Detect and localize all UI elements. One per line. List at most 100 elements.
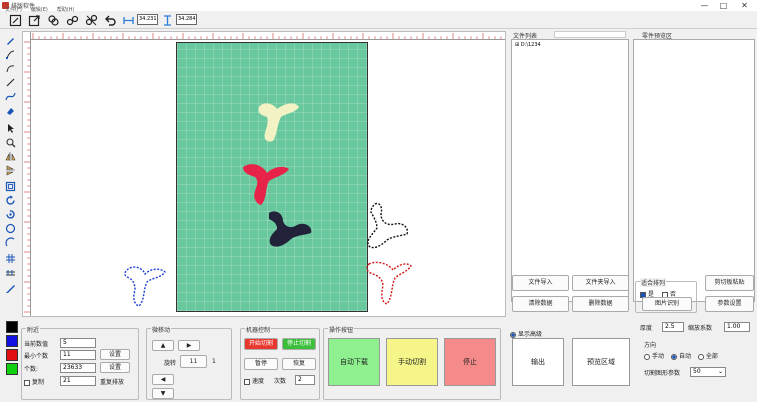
clipboard-paste-button[interactable]: 剪切板粘贴 [705, 275, 754, 291]
measure-tool[interactable] [4, 266, 17, 279]
outline-piece-red[interactable] [363, 258, 413, 308]
color-swatch-green[interactable] [6, 363, 18, 375]
close-button[interactable]: ✕ [737, 0, 752, 11]
node-tool[interactable] [4, 48, 17, 61]
speed-label: 速度 [252, 378, 265, 385]
parameter-settings-button[interactable]: 参数设置 [705, 296, 754, 312]
copy-label: 复制 [32, 379, 45, 386]
color-swatch-black[interactable] [6, 321, 18, 333]
circle-tool[interactable] [4, 222, 17, 235]
line-tool[interactable] [4, 76, 17, 89]
color-swatch-blue[interactable] [6, 335, 18, 347]
file-path-field[interactable] [554, 31, 626, 38]
move-left-button[interactable]: ◀ [152, 374, 174, 385]
copy-checkbox[interactable] [24, 379, 30, 386]
start-cut-button[interactable]: 开始切割 [244, 338, 278, 350]
left-toolbox [3, 32, 19, 318]
outline-piece-blue[interactable] [121, 262, 171, 312]
scale-label: 缩放系数 [688, 325, 713, 332]
rotate-cw-tool[interactable] [4, 194, 17, 207]
all-radio[interactable] [697, 353, 704, 360]
auto-radio[interactable] [670, 353, 677, 360]
mirror-icon [5, 152, 16, 161]
link-button[interactable] [65, 13, 80, 28]
auto-label: 自动 [678, 353, 691, 360]
part-preview [633, 39, 755, 302]
min-count-field[interactable]: 11 [60, 350, 96, 360]
eraser-tool[interactable] [4, 104, 17, 117]
open-file-button[interactable] [27, 13, 42, 28]
flip-tool[interactable] [4, 164, 17, 177]
ops-group-label: 操作按钮 [328, 325, 355, 334]
rotate-ccw-tool[interactable] [4, 208, 17, 221]
group-button[interactable] [46, 13, 61, 28]
new-file-button[interactable] [8, 13, 23, 28]
import-folder-button[interactable]: 文件夹导入 [572, 275, 629, 291]
move-up-button[interactable]: ▲ [152, 340, 174, 351]
red-piece[interactable] [243, 164, 289, 205]
preview-area-button[interactable]: 预览区域 [572, 338, 630, 386]
advanced-option[interactable]: 显示高级 [510, 329, 542, 338]
times-field[interactable]: 2 [295, 375, 315, 385]
width-input[interactable]: 34.231 [137, 14, 158, 25]
speed-checkbox[interactable] [244, 378, 250, 385]
rect-tool[interactable] [4, 180, 17, 193]
maximize-button[interactable]: □ [716, 0, 731, 11]
count-field[interactable]: 23633 [60, 363, 96, 373]
outline-piece-black[interactable] [363, 200, 413, 260]
repeat-layout-button[interactable]: 重复排放 [100, 377, 124, 386]
yellow-piece[interactable] [258, 103, 299, 142]
copy-count-field[interactable]: 21 [60, 376, 96, 386]
bezier-tool[interactable] [4, 90, 17, 103]
file-tree[interactable]: ⊞ D:\1234 [511, 39, 629, 302]
minimize-button[interactable]: — [697, 0, 712, 11]
output-button[interactable]: 输出 [512, 338, 564, 386]
flip-icon [6, 165, 15, 176]
group-icon [48, 15, 59, 26]
manual-cut-button[interactable]: 手动切割 [386, 338, 438, 386]
advanced-radio[interactable] [510, 331, 516, 338]
manual-radio[interactable] [644, 353, 650, 360]
scanned-sheet-image[interactable] [176, 42, 368, 312]
height-input[interactable]: 34.284 [176, 14, 197, 25]
grid-tool[interactable] [4, 252, 17, 265]
image-recognition-button[interactable]: 图片识别 [642, 297, 692, 311]
thickness-field[interactable]: 2.5 [662, 322, 684, 332]
curve-tool[interactable] [4, 62, 17, 75]
scanned-pieces [243, 103, 312, 247]
clear-data-button[interactable]: 清除数据 [512, 296, 569, 312]
move-right-button[interactable]: ▶ [178, 340, 200, 351]
stop-button[interactable]: 停止 [444, 338, 496, 386]
knife-tool[interactable] [4, 282, 17, 295]
cut-params-value: 50 [693, 368, 701, 375]
machine-group-label: 机器控制 [245, 325, 272, 334]
pen-tool[interactable] [4, 34, 17, 47]
arc-tool[interactable] [4, 236, 17, 249]
speed-option[interactable]: 速度 [244, 376, 264, 385]
resume-button[interactable]: 恢复 [282, 358, 316, 370]
move-step-field[interactable]: 11 [180, 355, 207, 368]
circle-icon [5, 223, 16, 234]
tree-item-root[interactable]: ⊞ D:\1234 [515, 42, 541, 48]
move-down-button[interactable]: ▼ [152, 388, 174, 399]
dark-piece[interactable] [269, 211, 312, 247]
scale-field[interactable]: 1.00 [724, 322, 750, 332]
stop-cut-button[interactable]: 停止切割 [282, 338, 316, 350]
mirror-tool[interactable] [4, 150, 17, 163]
cut-params-select[interactable]: 50 ⌄ [690, 367, 726, 377]
drawing-canvas[interactable] [22, 31, 506, 317]
zoom-tool[interactable] [4, 136, 17, 149]
pause-button[interactable]: 暂停 [244, 358, 278, 370]
delete-data-button[interactable]: 删除数据 [572, 296, 629, 312]
undo-button[interactable] [103, 13, 118, 28]
open-file-icon [28, 15, 40, 27]
select-tool[interactable] [4, 122, 17, 135]
copy-option[interactable]: 复制 [24, 377, 44, 386]
unlink-button[interactable] [84, 13, 99, 28]
import-file-button[interactable]: 文件导入 [512, 275, 569, 291]
set-min-count-button[interactable]: 设置 [100, 349, 130, 360]
auto-download-button[interactable]: 自动下载 [328, 338, 380, 386]
color-swatch-red[interactable] [6, 349, 18, 361]
set-count-button[interactable]: 设置 [100, 362, 130, 373]
current-value-field[interactable]: 5 [60, 338, 96, 348]
